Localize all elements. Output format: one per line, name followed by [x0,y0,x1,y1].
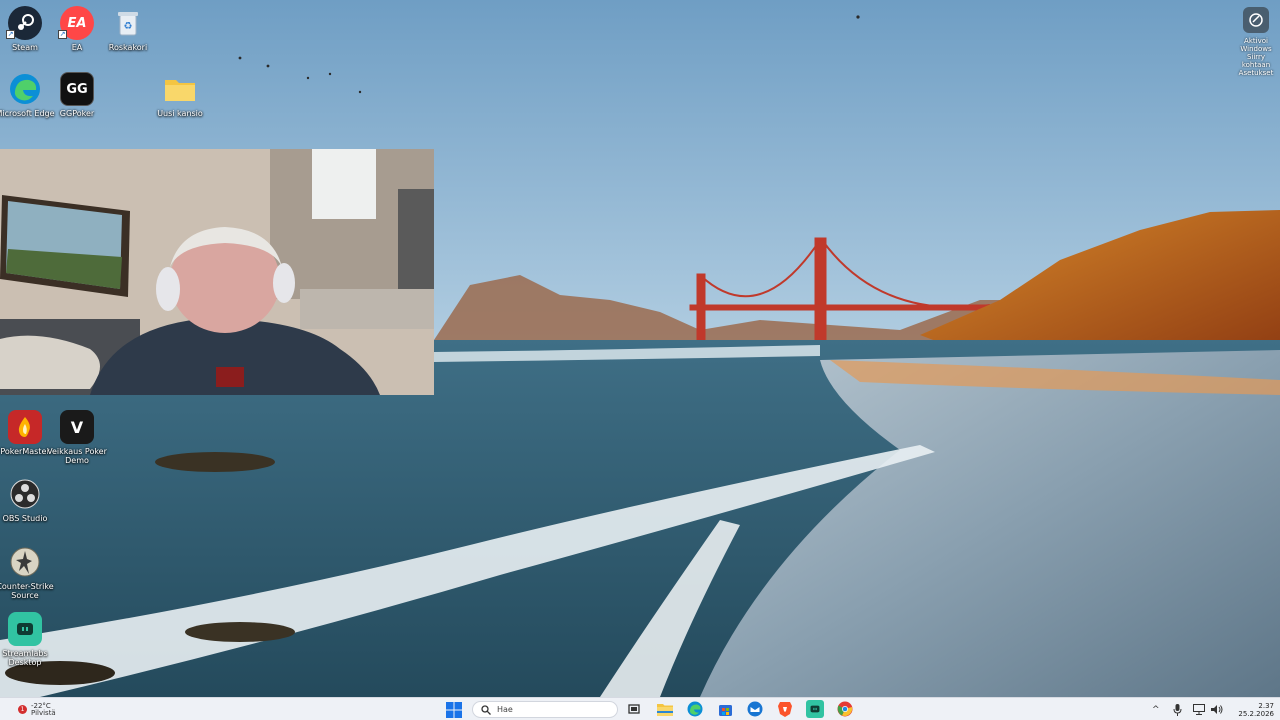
brave-icon [778,702,792,717]
taskbar: 1 -22°C Pilvistä Hae ^ 2.37 25.2.2026 [0,697,1280,720]
taskbar-app-taskview[interactable] [625,700,643,718]
mail-icon [747,701,763,717]
desktop-icon-label: GGPoker [59,109,95,118]
taskbar-app-streamlabs[interactable] [806,700,824,718]
desktop-icon-label: Uusi kansio [157,109,203,118]
tray-overflow-button[interactable]: ^ [1152,698,1160,720]
clock-date: 25.2.2026 [1238,709,1274,718]
weather-condition: Pilvistä [31,708,56,717]
weather-widget[interactable]: 1 -22°C Pilvistä [18,698,56,720]
taskbar-clock[interactable]: 2.37 25.2.2026 [1232,698,1274,720]
speaker-icon [1211,705,1223,714]
clock-time: 2.37 [1258,701,1274,710]
desktop-icon-label: Streamlabs Desktop [2,649,48,667]
notification-badge: 1 [18,705,27,714]
desktop-icon-label: Roskakori [108,43,148,52]
webcam-overlay [0,149,434,395]
activation-widget[interactable]: Aktivoi Windows Siirry kohtaan Asetukset [1232,7,1280,77]
activation-line-1: Aktivoi Windows [1240,37,1272,53]
taskbar-search[interactable]: Hae [472,701,618,718]
microphone-icon [1173,703,1182,716]
start-button[interactable] [446,698,462,720]
tray-volume[interactable] [1211,698,1223,720]
folder-icon [163,72,197,106]
chevron-up-icon: ^ [1152,704,1160,715]
file-explorer-icon [657,704,673,716]
recycle-bin-icon: ♻ [111,6,145,40]
desktop-icon-label: Counter-Strike Source [0,582,54,600]
search-placeholder: Hae [497,705,513,714]
edge-icon [687,701,703,717]
streamlabs-icon [810,705,820,713]
taskbar-app-file-explorer[interactable] [656,700,674,718]
taskbar-app-store[interactable] [716,700,734,718]
desktop-icon-recycle-bin[interactable]: ♻ Roskakori [101,6,155,52]
shortcut-arrow-icon: ↗ [6,30,15,39]
streamlabs-icon [8,612,42,646]
chrome-icon [837,701,853,717]
desktop-icon-ggpoker[interactable]: GG GGPoker [50,72,104,118]
tray-microphone[interactable] [1173,698,1182,720]
veikkaus-icon: V [60,410,94,444]
taskbar-app-chrome[interactable] [836,700,854,718]
search-icon [481,704,491,715]
settings-activation-icon [1243,7,1269,33]
tray-network[interactable] [1193,698,1205,720]
desktop-icon-counter-strike[interactable]: Counter-Strike Source [0,545,54,600]
edge-icon [8,72,42,106]
taskbar-app-mail[interactable] [746,700,764,718]
ggpoker-icon: GG [60,72,94,106]
wall-painting [0,195,130,297]
activation-line-2: Siirry kohtaan Asetukset [1238,53,1274,77]
windows-logo-icon [446,701,462,718]
store-icon [718,704,732,716]
desktop-icon-label: Veikkaus Poker Demo [47,447,107,465]
network-icon [1193,704,1205,715]
desktop-icon-label: OBS Studio [2,514,48,523]
taskbar-app-brave[interactable] [776,700,794,718]
pokermaster-icon [8,410,42,444]
counter-strike-icon [8,545,42,579]
obs-icon [8,477,42,511]
desktop-icon-streamlabs[interactable]: Streamlabs Desktop [0,612,52,667]
desktop-icon-folder[interactable]: Uusi kansio [153,72,207,118]
desktop-icon-veikkaus[interactable]: V Veikkaus Poker Demo [47,410,107,465]
desktop-icon-obs[interactable]: OBS Studio [0,477,52,523]
svg-text:♻: ♻ [124,21,133,32]
taskbar-app-edge[interactable] [686,700,704,718]
shortcut-arrow-icon: ↗ [58,30,67,39]
taskview-icon [628,704,640,714]
